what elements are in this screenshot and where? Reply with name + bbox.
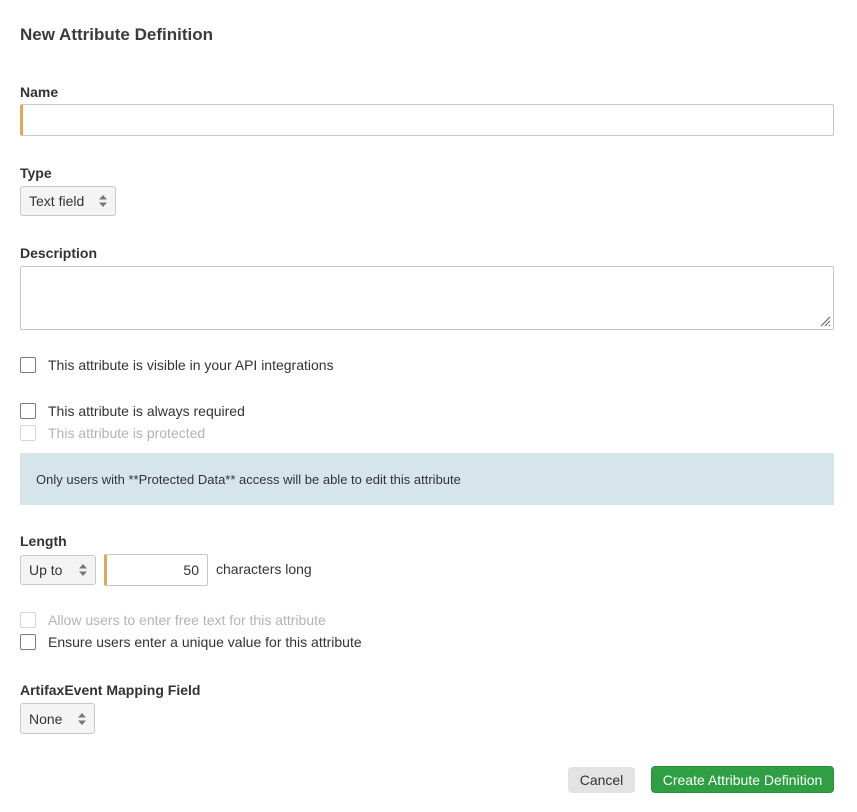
mapping-select[interactable]: None (20, 703, 95, 734)
api-visible-checkbox[interactable] (20, 357, 36, 373)
protected-label: This attribute is protected (48, 425, 206, 441)
type-label: Type (20, 165, 52, 181)
length-suffix: characters long (216, 561, 312, 577)
api-visible-row[interactable]: This attribute is visible in your API in… (20, 357, 334, 373)
unique-row[interactable]: Ensure users enter a unique value for th… (20, 634, 362, 650)
protected-checkbox (20, 425, 36, 441)
description-label: Description (20, 245, 98, 261)
page-title: New Attribute Definition (20, 25, 213, 44)
updown-arrows-icon (99, 195, 107, 207)
unique-label: Ensure users enter a unique value for th… (48, 634, 362, 650)
name-input[interactable] (20, 104, 834, 136)
type-select-value: Text field (29, 193, 85, 209)
required-row[interactable]: This attribute is always required (20, 403, 245, 419)
length-count-input[interactable] (104, 554, 208, 586)
free-text-row: Allow users to enter free text for this … (20, 612, 326, 628)
type-select[interactable]: Text field (20, 186, 116, 216)
required-label: This attribute is always required (48, 403, 245, 419)
required-checkbox[interactable] (20, 403, 36, 419)
api-visible-label: This attribute is visible in your API in… (48, 357, 334, 373)
cancel-button[interactable]: Cancel (568, 767, 635, 793)
mapping-select-value: None (29, 710, 63, 727)
description-textarea[interactable] (20, 266, 834, 330)
free-text-label: Allow users to enter free text for this … (48, 612, 326, 628)
length-mode-select[interactable]: Up to (20, 555, 96, 585)
protected-row: This attribute is protected (20, 425, 205, 441)
resize-handle-icon[interactable] (819, 315, 831, 327)
length-label: Length (20, 533, 67, 549)
free-text-checkbox (20, 612, 36, 628)
mapping-label: ArtifaxEvent Mapping Field (20, 682, 201, 698)
unique-checkbox[interactable] (20, 634, 36, 650)
updown-arrows-icon (78, 712, 86, 725)
protected-notice-text: Only users with **Protected Data** acces… (36, 471, 461, 487)
protected-notice: Only users with **Protected Data** acces… (20, 453, 834, 505)
length-mode-value: Up to (29, 562, 63, 578)
create-attribute-definition-button[interactable]: Create Attribute Definition (651, 766, 834, 793)
updown-arrows-icon (79, 564, 87, 576)
name-label: Name (20, 84, 59, 100)
